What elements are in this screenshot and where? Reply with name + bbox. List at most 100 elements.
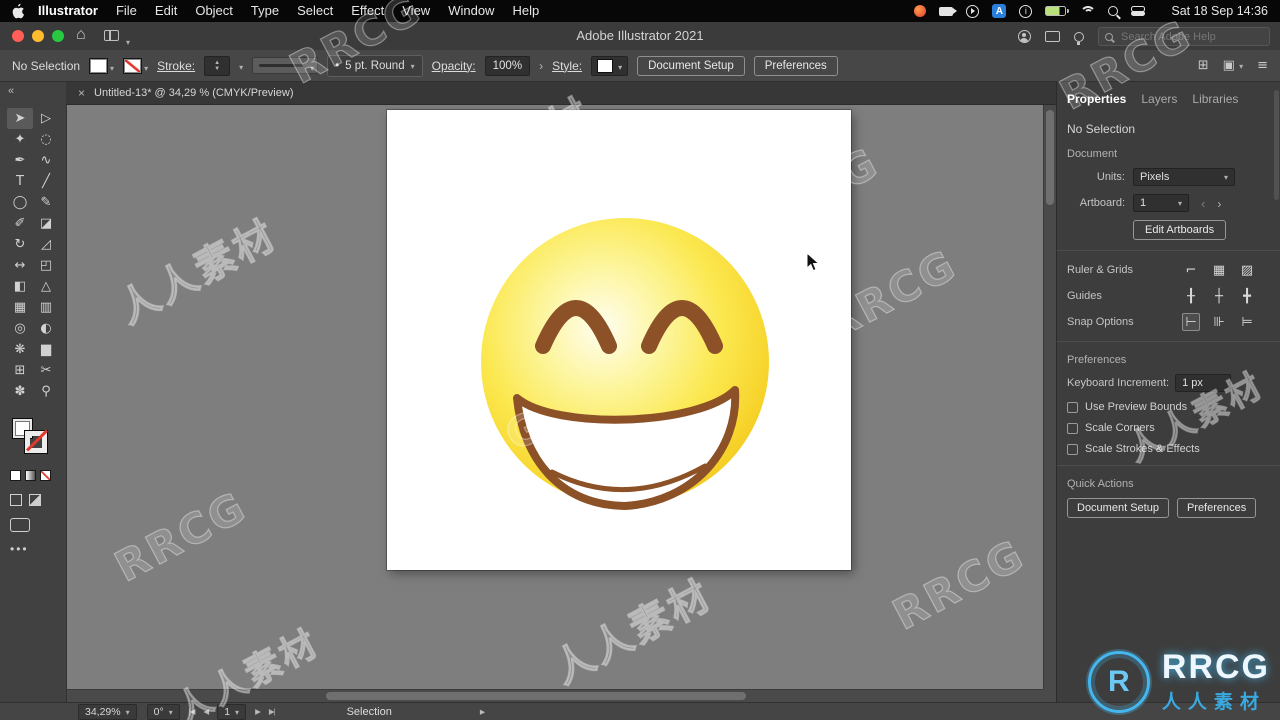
perspective-grid-tool[interactable]: △ — [33, 276, 59, 297]
apple-menu-icon[interactable] — [12, 3, 25, 19]
battery-icon[interactable] — [1045, 6, 1069, 16]
artboard-dropdown[interactable]: 1 — [1133, 194, 1189, 212]
pen-tool[interactable]: ✒ — [7, 150, 33, 171]
shape-builder-tool[interactable]: ◧ — [7, 276, 33, 297]
edit-artboards-button[interactable]: Edit Artboards — [1133, 220, 1227, 240]
last-artboard-icon[interactable]: ▶| — [269, 707, 276, 716]
tab-properties[interactable]: Properties — [1067, 92, 1126, 106]
rotation-dropdown[interactable]: 0° — [146, 703, 180, 720]
document-setup-button[interactable]: Document Setup — [637, 55, 745, 76]
paintbrush-tool[interactable]: ✎ — [33, 192, 59, 213]
menu-window[interactable]: Window — [439, 0, 503, 22]
collapse-toolbar-icon[interactable]: « — [8, 85, 14, 97]
document-setup-quick-button[interactable]: Document Setup — [1067, 498, 1169, 518]
shaper-tool[interactable]: ✐ — [7, 213, 33, 234]
screen-mode-icon[interactable] — [10, 518, 30, 532]
close-document-icon[interactable]: × — [78, 87, 85, 99]
show-grid-icon[interactable]: ▦ — [1210, 261, 1228, 279]
horizontal-scrollbar[interactable] — [66, 689, 1043, 702]
slice-tool[interactable]: ✂ — [33, 360, 59, 381]
style-dropdown[interactable] — [591, 55, 629, 76]
fill-color-swatch[interactable] — [89, 57, 114, 74]
menu-object[interactable]: Object — [186, 0, 242, 22]
share-document-icon[interactable] — [1018, 30, 1031, 43]
magic-wand-tool[interactable]: ✦ — [7, 129, 33, 150]
app-menu-illustrator[interactable]: Illustrator — [29, 0, 107, 22]
vertical-scrollbar[interactable] — [1043, 104, 1056, 689]
next-artboard-icon[interactable] — [1217, 196, 1221, 211]
tab-libraries[interactable]: Libraries — [1192, 92, 1238, 106]
fill-stroke-indicator[interactable] — [12, 418, 52, 458]
stroke-color-indicator[interactable] — [24, 430, 48, 454]
rotate-tool[interactable]: ↻ — [7, 234, 33, 255]
direct-selection-tool[interactable]: ▷ — [33, 108, 59, 129]
lock-guides-icon[interactable]: ┼ — [1210, 287, 1228, 305]
menu-view[interactable]: View — [393, 0, 439, 22]
make-guides-icon[interactable]: ╋ — [1238, 287, 1256, 305]
column-graph-tool[interactable]: ▆ — [33, 339, 59, 360]
artboard-navigation-dropdown[interactable]: 1 — [217, 703, 247, 720]
tab-layers[interactable]: Layers — [1141, 92, 1177, 106]
help-search-input[interactable] — [1119, 29, 1243, 44]
discover-icon[interactable] — [1074, 31, 1084, 45]
menu-effect[interactable]: Effect — [342, 0, 393, 22]
paint-color-button[interactable] — [10, 470, 21, 481]
curvature-tool[interactable]: ∿ — [33, 150, 59, 171]
units-dropdown[interactable]: Pixels — [1133, 168, 1235, 186]
brush-definition-dropdown[interactable]: • 5 pt. Round — [327, 54, 423, 77]
preferences-quick-button[interactable]: Preferences — [1176, 498, 1257, 518]
draw-normal-icon[interactable] — [10, 494, 22, 506]
scale-tool[interactable]: ◿ — [33, 234, 59, 255]
next-artboard-icon[interactable]: ▶ — [255, 707, 261, 716]
eraser-tool[interactable]: ◪ — [33, 213, 59, 234]
free-transform-tool[interactable]: ◰ — [33, 255, 59, 276]
screen-record-icon[interactable] — [914, 5, 927, 17]
checkbox-use-preview-bounds[interactable]: Use Preview Bounds — [1067, 401, 1270, 413]
menu-edit[interactable]: Edit — [146, 0, 186, 22]
arrange-documents-icon[interactable] — [104, 30, 119, 41]
edit-toolbar-icon[interactable] — [10, 542, 29, 556]
panel-menu-icon[interactable]: ≡ — [1257, 58, 1268, 73]
preferences-button[interactable]: Preferences — [753, 55, 838, 76]
checkbox-scale-corners[interactable]: Scale Corners — [1067, 422, 1270, 434]
snap-to-pixel-icon[interactable]: ⊨ — [1238, 313, 1256, 331]
control-center-icon[interactable] — [1131, 5, 1146, 17]
panel-scrollbar-thumb[interactable] — [1274, 90, 1279, 200]
style-link[interactable]: Style: — [552, 59, 582, 73]
checkbox-scale-strokes-effects[interactable]: Scale Strokes & Effects — [1067, 443, 1270, 455]
opacity-options-icon[interactable] — [539, 59, 543, 73]
variable-width-profile-dropdown[interactable] — [252, 57, 319, 74]
opacity-field[interactable]: 100% — [484, 55, 531, 76]
show-transparency-grid-icon[interactable]: ▨ — [1238, 261, 1256, 279]
width-tool[interactable]: ↔ — [7, 255, 33, 276]
snap-to-point-icon[interactable]: ⊢ — [1182, 313, 1200, 331]
artboard[interactable] — [387, 110, 851, 570]
prev-artboard-icon[interactable] — [1201, 196, 1205, 211]
line-segment-tool[interactable]: ╱ — [33, 171, 59, 192]
mesh-tool[interactable]: ▦ — [7, 297, 33, 318]
symbol-sprayer-tool[interactable]: ❋ — [7, 339, 33, 360]
gradient-tool[interactable]: ▥ — [33, 297, 59, 318]
selection-tool[interactable]: ➤ — [7, 108, 33, 129]
paint-gradient-button[interactable] — [25, 470, 36, 481]
wifi-icon[interactable] — [1079, 5, 1097, 17]
stroke-color-swatch[interactable] — [123, 57, 148, 74]
input-source-icon[interactable]: A — [992, 4, 1007, 18]
draw-behind-icon[interactable] — [29, 494, 41, 506]
stroke-weight-link[interactable]: Stroke: — [157, 59, 195, 73]
chevron-down-icon[interactable] — [239, 59, 243, 73]
align-options-icon[interactable]: ⊞ — [1198, 58, 1209, 73]
keyboard-increment-field[interactable]: 1 px — [1175, 374, 1232, 392]
document-tab-title[interactable]: Untitled-13* @ 34,29 % (CMYK/Preview) — [94, 87, 293, 99]
play-circle-icon[interactable] — [966, 4, 980, 18]
home-icon[interactable] — [76, 26, 86, 44]
ellipse-tool[interactable]: ◯ — [7, 192, 33, 213]
zoom-tool[interactable]: ⚲ — [33, 381, 59, 402]
zoom-level-dropdown[interactable]: 34,29% — [78, 703, 137, 720]
stroke-weight-stepper[interactable]: ▲ ▼ — [204, 55, 231, 76]
hand-tool[interactable]: ✽ — [7, 381, 33, 402]
paint-none-button[interactable] — [40, 470, 51, 481]
spotlight-icon[interactable] — [1108, 6, 1119, 16]
prev-artboard-icon[interactable]: ◀ — [203, 707, 209, 716]
chevron-down-icon[interactable] — [126, 32, 130, 50]
